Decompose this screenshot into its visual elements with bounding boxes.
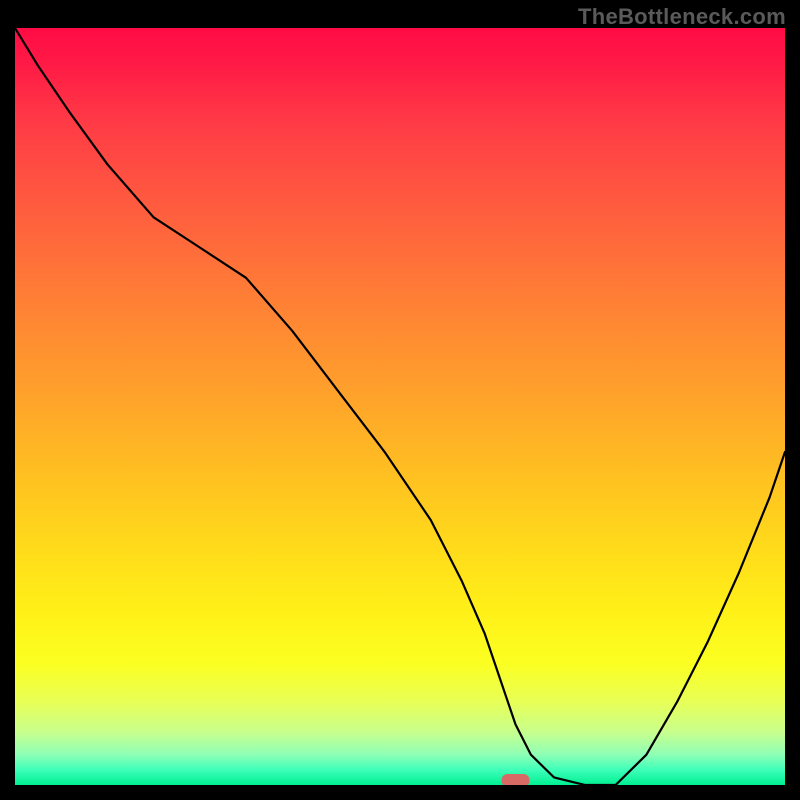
watermark-text: TheBottleneck.com	[578, 4, 786, 30]
bottleneck-curve	[15, 28, 785, 785]
chart-frame: TheBottleneck.com	[0, 0, 800, 800]
plot-area	[15, 28, 785, 785]
optimum-marker	[502, 774, 530, 785]
curve-svg	[15, 28, 785, 785]
